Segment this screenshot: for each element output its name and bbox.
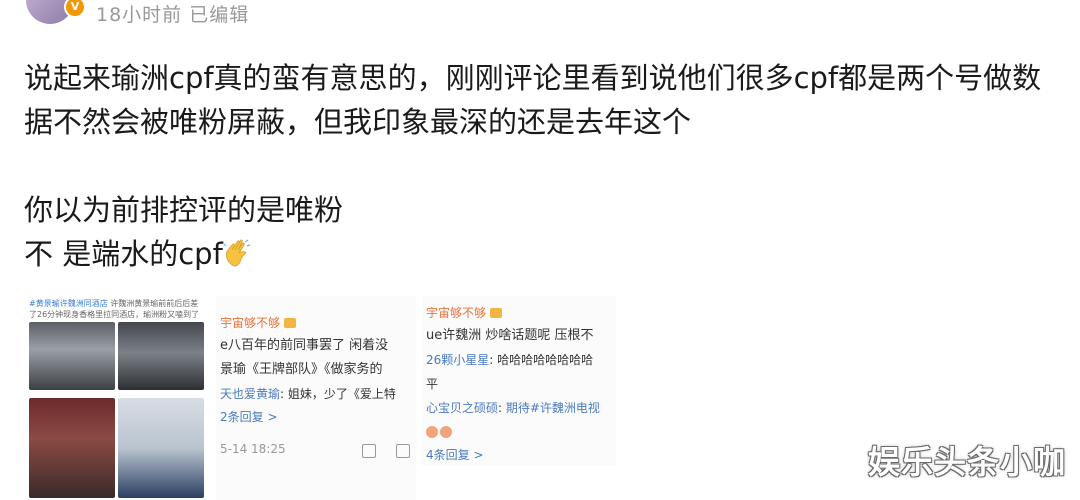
comment-text: e八百年的前同事罢了 闲着没 (220, 338, 389, 353)
watermark-text: 娱乐头条小咖 (867, 443, 1066, 481)
reply-username[interactable]: 天也爱黄瑜 (220, 387, 280, 401)
emoji-icon (440, 426, 452, 438)
reply-text[interactable]: 期待#许魏洲电视 (506, 401, 600, 415)
comment-reply: 心宝贝之硕硕: 期待#许魏洲电视 (426, 401, 600, 415)
collage-hashtag[interactable]: #黄景瑜许魏洲同酒店 (29, 299, 108, 308)
post-line-with-emoji: 不 是端水的cpf (24, 232, 1064, 276)
share-icon[interactable] (362, 444, 376, 458)
reply-count-link[interactable]: 4条回复 > (422, 444, 616, 466)
post-line: 你以为前排控评的是唯粉 (24, 193, 344, 227)
reply-username[interactable]: 心宝贝之硕硕 (426, 401, 498, 415)
crown-icon (490, 308, 503, 318)
screenshot-strip: #黄景瑜许魏洲同酒店 许魏洲黄景瑜前前后后差了26分钟现身香格里拉同酒店，瑜洲粉… (26, 296, 616, 500)
collage-caption: #黄景瑜许魏洲同酒店 许魏洲黄景瑜前前后后差了26分钟现身香格里拉同酒店，瑜洲粉… (26, 296, 206, 322)
comment-reply: 26颗小星星: 哈哈哈哈哈哈哈哈 (426, 353, 594, 367)
post-line-text: 不 是端水的cpf (24, 237, 223, 271)
reply-username[interactable]: 26颗小星星 (426, 353, 489, 367)
post-body: 说起来瑜洲cpf真的蛮有意思的，刚刚评论里看到说他们很多cpf都是两个号做数据不… (24, 56, 1064, 276)
comment-username[interactable]: 宇宙够不够 (216, 296, 416, 334)
comment-reply: 天也爱黄瑜: 姐妹，少了《爱上特 (220, 387, 396, 401)
emoji-icon (426, 426, 438, 438)
reply-text: 姐妹，少了《爱上特 (287, 387, 396, 401)
comment-reply-cont: 平 (426, 377, 439, 391)
comment-timestamp: 5-14 18:25 (220, 442, 286, 456)
comment-footer: 5-14 18:25 (216, 428, 416, 458)
photo-4 (118, 398, 204, 498)
photo-2 (118, 322, 204, 390)
comment-icon[interactable] (396, 444, 410, 458)
comment-text: 景瑜《王牌部队》《做家务的 (220, 362, 383, 377)
comment-text: ue许魏洲 炒啥话题呢 压根不 (426, 328, 594, 343)
verified-badge: V (64, 0, 86, 18)
waving-hand-icon (223, 239, 250, 267)
screenshot-comment-1[interactable]: 宇宙够不够 e八百年的前同事罢了 闲着没 景瑜《王牌部队》《做家务的 天也爱黄瑜… (216, 296, 416, 500)
comment-username[interactable]: 宇宙够不够 (422, 296, 616, 324)
reply-count-link[interactable]: 2条回复 > (216, 406, 416, 428)
screenshot-comment-2[interactable]: 宇宙够不够 ue许魏洲 炒啥话题呢 压根不 26颗小星星: 哈哈哈哈哈哈哈哈 平… (422, 296, 616, 466)
emoji-row (422, 420, 616, 444)
photo-3 (29, 398, 115, 498)
post-header: V 18小时前 已编辑 (0, 0, 1080, 28)
screenshot-photo-collage[interactable]: #黄景瑜许魏洲同酒店 许魏洲黄景瑜前前后后差了26分钟现身香格里拉同酒店，瑜洲粉… (26, 296, 206, 500)
reply-text: 哈哈哈哈哈哈哈哈 (497, 353, 594, 367)
photo-1 (29, 322, 115, 390)
post-paragraph: 说起来瑜洲cpf真的蛮有意思的，刚刚评论里看到说他们很多cpf都是两个号做数据不… (24, 61, 1042, 139)
post-meta: 18小时前 已编辑 (96, 4, 250, 26)
crown-icon (284, 318, 297, 328)
